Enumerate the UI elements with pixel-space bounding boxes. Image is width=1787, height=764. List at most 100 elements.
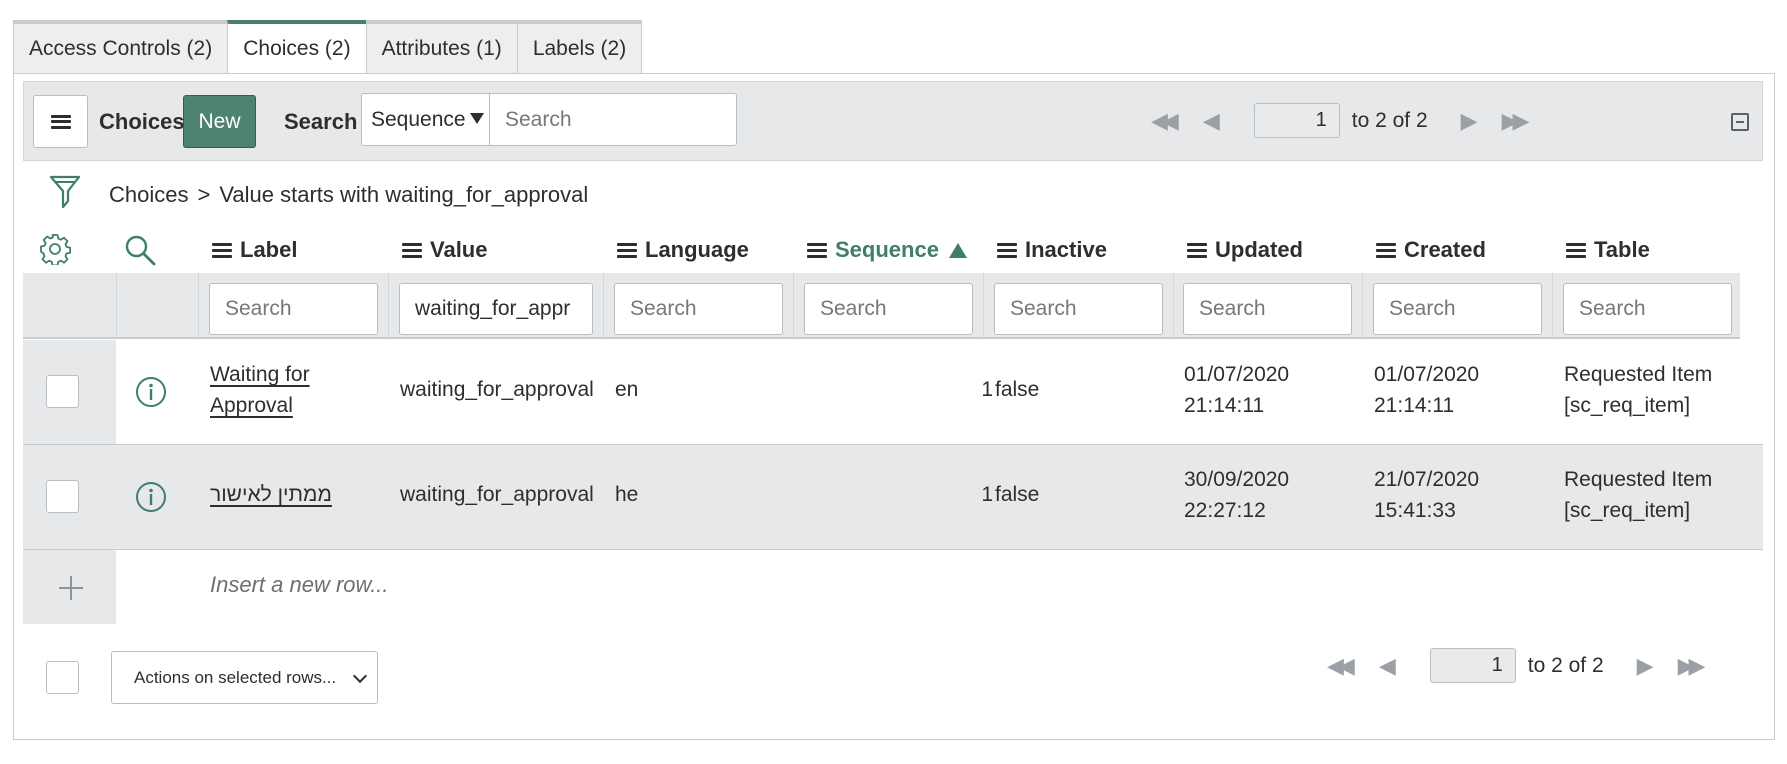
column-menu-icon[interactable]: [212, 242, 232, 258]
insert-row-text[interactable]: Insert a new row...: [210, 572, 389, 598]
column-menu-icon[interactable]: [1187, 242, 1207, 258]
breadcrumb-condition[interactable]: Value starts with waiting_for_approval: [219, 182, 588, 207]
column-menu-icon[interactable]: [807, 242, 827, 258]
column-divider: [388, 273, 389, 339]
search-icon[interactable]: [124, 234, 156, 266]
plus-icon[interactable]: [59, 576, 83, 600]
table-search-input[interactable]: Search: [1563, 283, 1732, 335]
column-menu-icon[interactable]: [997, 242, 1017, 258]
tab-access-controls[interactable]: Access Controls (2): [13, 20, 229, 74]
row-sequence: 1: [981, 378, 993, 401]
row-label-link[interactable]: ממתין לאישור: [210, 479, 332, 510]
column-header-created[interactable]: Created: [1376, 232, 1486, 268]
column-header-text: Updated: [1215, 237, 1303, 262]
table-row: ממתין לאישור waiting_for_approval he 1 f…: [23, 445, 1763, 550]
info-icon[interactable]: [135, 481, 167, 513]
column-header-updated[interactable]: Updated: [1187, 232, 1303, 268]
new-button[interactable]: New: [183, 95, 256, 148]
insert-row-lead: [23, 550, 116, 624]
sequence-search-input[interactable]: Search: [804, 283, 973, 335]
tab-bar: Access Controls (2) Choices (2) Attribut…: [13, 20, 643, 75]
chevron-down-icon: [352, 668, 368, 684]
select-all-checkbox[interactable]: [46, 661, 79, 694]
first-page-icon[interactable]: ◀◀: [1151, 108, 1179, 134]
language-search-input[interactable]: Search: [614, 283, 783, 335]
column-header-inactive[interactable]: Inactive: [997, 232, 1107, 268]
search-label: Search: [284, 109, 358, 134]
prev-page-icon[interactable]: ◀: [1203, 108, 1220, 134]
tab-labels[interactable]: Labels (2): [516, 20, 643, 74]
prev-page-icon[interactable]: ◀: [1379, 653, 1396, 679]
row-inactive: false: [995, 378, 1040, 401]
next-page-icon[interactable]: ▶: [1461, 108, 1478, 134]
bottom-pager: ◀◀ ◀ 1 to 2 of 2 ▶ ▶▶: [1327, 648, 1706, 683]
breadcrumb-root[interactable]: Choices: [109, 182, 188, 207]
tab-choices[interactable]: Choices (2): [227, 20, 367, 75]
column-divider: [1552, 273, 1553, 339]
created-search-input[interactable]: Search: [1373, 283, 1542, 335]
column-header-table[interactable]: Table: [1566, 232, 1650, 268]
column-divider: [603, 273, 604, 339]
column-header-value[interactable]: Value: [402, 232, 487, 268]
row-label-link[interactable]: Waiting for Approval: [210, 359, 310, 421]
page-range-text: to 2 of 2: [1527, 653, 1604, 677]
list-toolbar: Choices New Search Sequence Search ◀◀ ◀ …: [23, 81, 1763, 161]
column-header-text: Table: [1594, 237, 1650, 262]
page-number-input[interactable]: 1: [1253, 103, 1340, 138]
filter-icon[interactable]: [49, 175, 81, 211]
label-search-input[interactable]: Search: [209, 283, 378, 335]
list-menu-button[interactable]: [33, 95, 88, 148]
next-page-icon[interactable]: ▶: [1637, 653, 1654, 679]
insert-row[interactable]: Insert a new row...: [23, 550, 1763, 624]
actions-select[interactable]: Actions on selected rows...: [111, 651, 378, 704]
column-header-text: Label: [240, 237, 298, 262]
column-divider: [983, 273, 984, 339]
column-header-text: Created: [1404, 237, 1486, 262]
row-language: he: [615, 483, 639, 506]
caret-down-icon: [469, 113, 484, 124]
row-inactive: false: [995, 483, 1040, 506]
column-header-label[interactable]: Label: [212, 232, 297, 268]
breadcrumb-separator: >: [197, 182, 211, 207]
row-sequence: 1: [981, 483, 993, 506]
hamburger-icon: [50, 114, 71, 129]
last-page-icon[interactable]: ▶▶: [1502, 108, 1530, 134]
row-created: 01/07/2020 21:14:11: [1374, 363, 1480, 417]
gear-icon[interactable]: [39, 233, 71, 265]
row-table: Requested Item [sc_req_item]: [1564, 468, 1713, 522]
sort-ascending-icon: [948, 242, 967, 258]
row-updated: 30/09/2020 22:27:12: [1184, 468, 1290, 522]
column-divider: [198, 273, 199, 339]
top-pager: ◀◀ ◀ 1 to 2 of 2 ▶ ▶▶: [1151, 103, 1530, 138]
row-created: 21/07/2020 15:41:33: [1374, 468, 1480, 522]
updated-search-input[interactable]: Search: [1183, 283, 1352, 335]
column-header-language[interactable]: Language: [617, 232, 749, 268]
column-menu-icon[interactable]: [617, 242, 637, 258]
column-header-text: Value: [430, 237, 488, 262]
info-icon[interactable]: [135, 376, 167, 408]
inactive-search-input[interactable]: Search: [994, 283, 1163, 335]
column-header-text: Language: [645, 237, 749, 262]
first-page-icon[interactable]: ◀◀: [1327, 653, 1355, 679]
page-number-input[interactable]: 1: [1429, 648, 1516, 683]
last-page-icon[interactable]: ▶▶: [1678, 653, 1706, 679]
column-menu-icon[interactable]: [402, 242, 422, 258]
column-divider: [1173, 273, 1174, 339]
actions-select-label: Actions on selected rows...: [134, 668, 337, 687]
column-divider: [116, 273, 117, 339]
row-value: waiting_for_approval: [400, 483, 594, 506]
collapse-icon[interactable]: [1731, 113, 1749, 131]
tab-attributes[interactable]: Attributes (1): [365, 20, 518, 74]
column-menu-icon[interactable]: [1566, 242, 1586, 258]
column-header-sequence[interactable]: Sequence: [807, 232, 967, 268]
row-table: Requested Item [sc_req_item]: [1564, 363, 1713, 417]
search-field-select[interactable]: Sequence: [361, 93, 489, 146]
column-divider: [1362, 273, 1363, 339]
value-search-input[interactable]: waiting_for_appr: [399, 283, 593, 335]
breadcrumb: Choices > Value starts with waiting_for_ap…: [109, 182, 588, 208]
row-checkbox[interactable]: [46, 480, 79, 513]
column-header-text: Sequence: [835, 237, 939, 262]
row-checkbox[interactable]: [46, 375, 79, 408]
column-menu-icon[interactable]: [1376, 242, 1396, 258]
search-input[interactable]: Search: [489, 93, 737, 146]
